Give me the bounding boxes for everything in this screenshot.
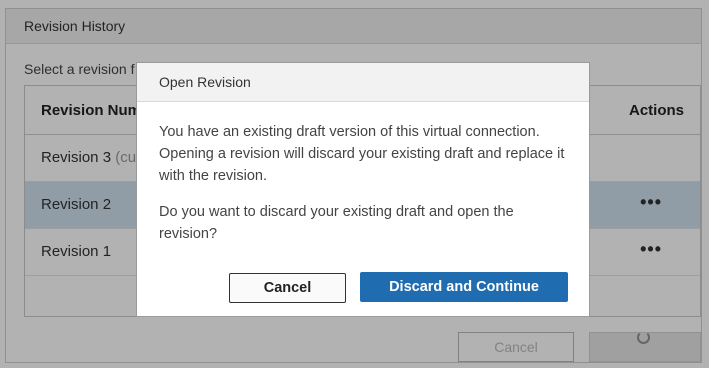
dialog-message: You have an existing draft version of th… xyxy=(159,124,565,184)
discard-and-continue-button[interactable]: Discard and Continue xyxy=(360,272,568,302)
loading-spinner-icon xyxy=(637,331,650,344)
dialog-title: Open Revision xyxy=(159,74,251,90)
dialog-cancel-button[interactable]: Cancel xyxy=(229,273,346,303)
dialog-titlebar: Open Revision xyxy=(137,63,589,102)
dialog-question: Do you want to discard your existing dra… xyxy=(159,204,514,242)
